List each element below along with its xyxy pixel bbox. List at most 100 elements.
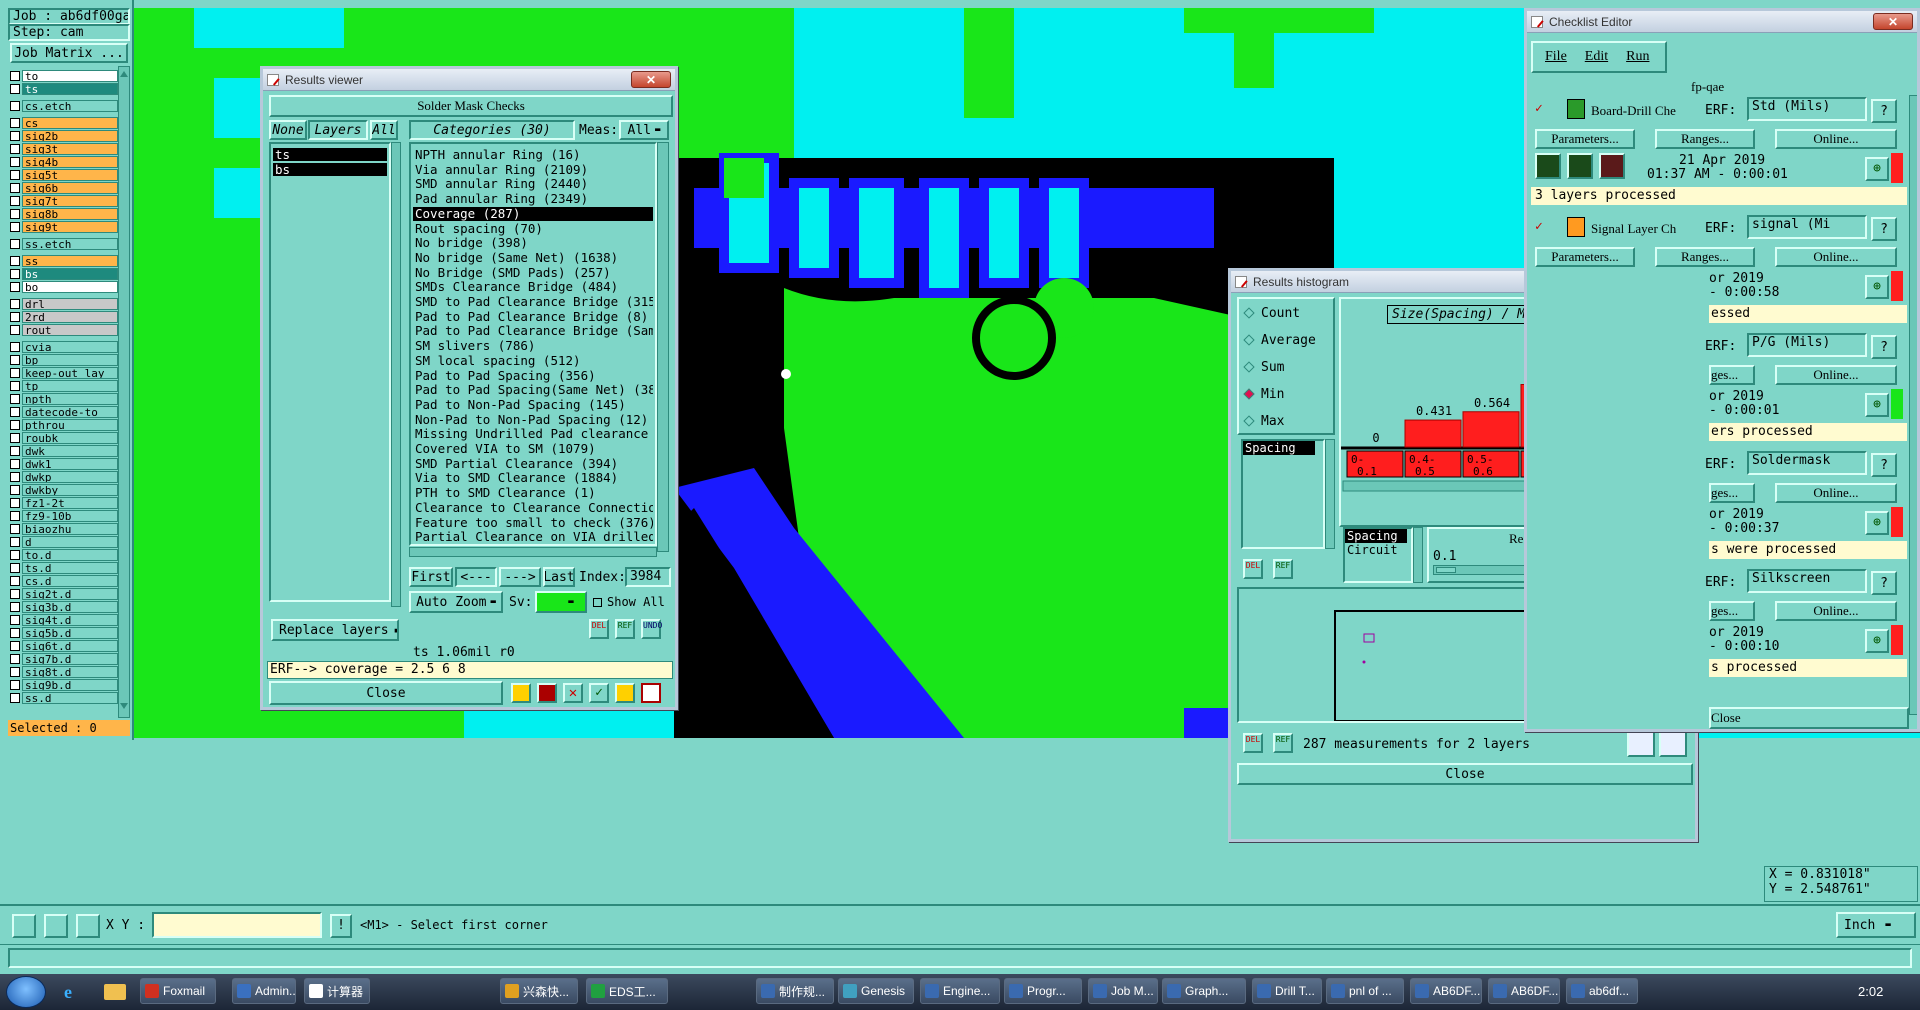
- layer-row[interactable]: d: [8, 536, 118, 549]
- zoom-out-icon[interactable]: [1659, 731, 1687, 757]
- layer-name[interactable]: sig9t: [22, 221, 118, 233]
- layer-row[interactable]: sig8b: [8, 208, 118, 221]
- layer-row[interactable]: keep-out_lay: [8, 367, 118, 380]
- category-item[interactable]: Pad annular Ring (2349): [413, 192, 653, 206]
- magnify-icon[interactable]: ⊕: [1865, 157, 1889, 181]
- layer-name[interactable]: fz9-10b: [22, 510, 118, 522]
- layer-name[interactable]: ts: [22, 83, 118, 95]
- start-button[interactable]: [6, 976, 46, 1008]
- checklist-scrollbar[interactable]: [1909, 95, 1917, 715]
- refresh-icon[interactable]: REF: [1273, 733, 1293, 753]
- sv-color-dropdown[interactable]: ▬: [535, 591, 587, 613]
- layer-checkbox[interactable]: [10, 498, 20, 508]
- layer-checkbox[interactable]: [10, 446, 20, 456]
- layer-row[interactable]: ss: [8, 255, 118, 268]
- category-item[interactable]: SMDs Clearance Bridge (484): [413, 280, 653, 294]
- layer-checkbox[interactable]: [10, 183, 20, 193]
- layer-checkbox[interactable]: [10, 472, 20, 482]
- category-item[interactable]: SMD Partial Clearance (394): [413, 457, 653, 471]
- layer-row[interactable]: ss.d: [8, 692, 118, 705]
- layer-checkbox[interactable]: [10, 485, 20, 495]
- layer-results-list[interactable]: ts bs: [269, 142, 391, 602]
- layer-checkbox[interactable]: [10, 602, 20, 612]
- type-circuit[interactable]: Circuit: [1345, 543, 1411, 557]
- category-item[interactable]: Missing Undrilled Pad clearance (: [413, 427, 653, 441]
- layer-checkbox[interactable]: [10, 84, 20, 94]
- layer-row[interactable]: rout: [8, 324, 118, 337]
- layer-checkbox[interactable]: [10, 299, 20, 309]
- layer-name[interactable]: pthrou: [22, 419, 118, 431]
- layer-name[interactable]: to: [22, 70, 118, 82]
- measure-scrollbar[interactable]: [1325, 439, 1335, 549]
- layer-list[interactable]: to ts cs.etch cs sig2b sig3t sig4b sig5t sig6b si…: [8, 66, 120, 712]
- category-item[interactable]: Covered VIA to SM (1079): [413, 442, 653, 456]
- check-item-1[interactable]: ✓ Board-Drill Che ERF: Std (Mils) ? Para…: [1529, 95, 1909, 213]
- ranges-button[interactable]: ges...: [1709, 601, 1755, 621]
- taskbar-item[interactable]: 兴森快...: [500, 978, 578, 1004]
- erf-value[interactable]: Std (Mils): [1747, 97, 1867, 121]
- layer-checkbox[interactable]: [10, 693, 20, 703]
- layer-checkbox[interactable]: [10, 239, 20, 249]
- layer-row[interactable]: dwk: [8, 445, 118, 458]
- erf-value[interactable]: P/G (Mils): [1747, 333, 1867, 357]
- measure-icon[interactable]: [44, 914, 68, 938]
- taskbar-item[interactable]: Job M...: [1088, 978, 1158, 1004]
- layer-name[interactable]: tp: [22, 380, 118, 392]
- layer-row[interactable]: dwkby: [8, 484, 118, 497]
- layer-row[interactable]: datecode-to: [8, 406, 118, 419]
- tab-layers[interactable]: Layers: [308, 120, 368, 140]
- tab-categories[interactable]: Categories (30): [409, 120, 575, 140]
- layer-name[interactable]: d: [22, 536, 118, 548]
- taskbar-item[interactable]: Genesis: [838, 978, 914, 1004]
- layer-row[interactable]: drl: [8, 298, 118, 311]
- measure-list[interactable]: Spacing: [1241, 439, 1325, 549]
- layer-name[interactable]: biaozhu: [22, 523, 118, 535]
- layer-name[interactable]: dwk: [22, 445, 118, 457]
- close-icon[interactable]: ✕: [1873, 13, 1913, 30]
- taskbar-item[interactable]: Graph...: [1162, 978, 1246, 1004]
- layer-row[interactable]: sig3t: [8, 143, 118, 156]
- category-item[interactable]: Feature too small to check (376): [413, 516, 653, 530]
- delete-icon[interactable]: DEL: [589, 619, 609, 639]
- layer-name[interactable]: sig2t.d: [22, 588, 118, 600]
- layer-checkbox[interactable]: [10, 170, 20, 180]
- layer-name[interactable]: keep-out_lay: [22, 367, 118, 379]
- refresh-icon[interactable]: REF: [615, 619, 635, 639]
- layer-row[interactable]: ts: [8, 83, 118, 96]
- layer-name[interactable]: sig4b: [22, 156, 118, 168]
- layer-row[interactable]: biaozhu: [8, 523, 118, 536]
- category-item[interactable]: Pad to Non-Pad Spacing (145): [413, 398, 653, 412]
- taskbar-item[interactable]: AB6DF...: [1410, 978, 1482, 1004]
- parameters-button[interactable]: Parameters...: [1535, 247, 1635, 267]
- category-item[interactable]: No bridge (Same Net) (1638): [413, 251, 653, 265]
- check-tick-icon[interactable]: ✓: [1535, 219, 1543, 234]
- layer-name[interactable]: ts.d: [22, 562, 118, 574]
- checklist-titlebar[interactable]: Checklist Editor ✕: [1527, 11, 1917, 33]
- layer-row[interactable]: 2rd: [8, 311, 118, 324]
- help-button[interactable]: ?: [1871, 99, 1897, 123]
- taskbar-item[interactable]: EDS工...: [586, 978, 668, 1004]
- layer-checkbox[interactable]: [10, 550, 20, 560]
- taskbar-item[interactable]: Drill T...: [1252, 978, 1322, 1004]
- layer-row[interactable]: cs.etch: [8, 100, 118, 113]
- layer-checkbox[interactable]: [10, 381, 20, 391]
- layer-checkbox[interactable]: [10, 615, 20, 625]
- layer-name[interactable]: datecode-to: [22, 406, 118, 418]
- ranges-button[interactable]: ges...: [1709, 483, 1755, 503]
- layer-checkbox[interactable]: [10, 459, 20, 469]
- layer-checkbox[interactable]: [10, 680, 20, 690]
- magnify-icon[interactable]: ⊕: [1865, 393, 1889, 417]
- category-item[interactable]: PTH to SMD Clearance (1): [413, 486, 653, 500]
- category-item[interactable]: Pad to Pad Spacing(Same Net) (384: [413, 383, 653, 397]
- category-item[interactable]: Via to SMD Clearance (1884): [413, 471, 653, 485]
- layer-checkbox[interactable]: [10, 325, 20, 335]
- run-all-icon[interactable]: [1567, 153, 1593, 179]
- layer-name[interactable]: sig6t.d: [22, 640, 118, 652]
- layer-row[interactable]: ss.etch: [8, 238, 118, 251]
- layer-name[interactable]: roubk: [22, 432, 118, 444]
- layer-name[interactable]: sig2b: [22, 130, 118, 142]
- layer-name[interactable]: npth: [22, 393, 118, 405]
- parameters-button[interactable]: Parameters...: [1535, 129, 1635, 149]
- layer-name[interactable]: sig9b.d: [22, 679, 118, 691]
- check-item-4[interactable]: ERF: Soldermask ? ges... Online... or 20…: [1529, 449, 1909, 567]
